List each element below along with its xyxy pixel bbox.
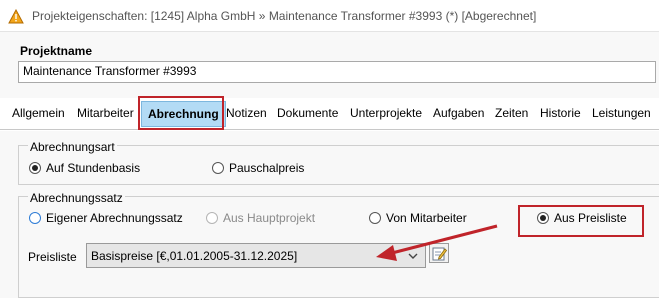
window-titlebar: Projekteigenschaften: [1245] Alpha GmbH … [0,0,659,32]
project-name-section: Projektname Maintenance Transformer #399… [0,32,659,98]
tab-unterprojekte[interactable]: Unterprojekte [350,106,422,120]
radio-dot [29,212,41,224]
pricelist-select[interactable]: Basispreise [€,01.01.2005-31.12.2025] [86,243,426,268]
pricelist-edit-button[interactable] [429,243,449,263]
pricelist-selected-value: Basispreise [€,01.01.2005-31.12.2025] [91,249,298,263]
radio-dot [212,162,224,174]
warning-icon [8,9,24,24]
window-title: Projekteigenschaften: [1245] Alpha GmbH … [32,9,537,23]
radio-label: Eigener Abrechnungssatz [46,211,183,225]
radio-mitarbeiter[interactable]: Von Mitarbeiter [369,211,467,225]
radio-label: Aus Hauptprojekt [223,211,316,225]
radio-stundenbasis[interactable]: Auf Stundenbasis [29,161,140,175]
billing-panel: Abrechnungsart Auf Stundenbasis Pauschal… [0,131,659,298]
edit-icon [432,247,447,261]
billing-rate-title: Abrechnungssatz [28,191,125,205]
radio-hauptprojekt: Aus Hauptprojekt [206,211,315,225]
chevron-down-icon [408,253,418,259]
billing-type-title: Abrechnungsart [28,140,117,154]
radio-dot [369,212,381,224]
annotation-tab-highlight [138,96,224,130]
tab-leistungen[interactable]: Leistungen [592,106,651,120]
tab-dokumente[interactable]: Dokumente [277,106,338,120]
project-name-label: Projektname [20,44,93,58]
radio-dot [206,212,218,224]
radio-eigener-satz[interactable]: Eigener Abrechnungssatz [29,211,183,225]
project-name-input[interactable]: Maintenance Transformer #3993 [18,61,656,83]
tab-bar: Allgemein Mitarbeiter Abrechnung Notizen… [0,98,659,130]
radio-label: Pauschalpreis [229,161,305,175]
tab-allgemein[interactable]: Allgemein [12,106,65,120]
radio-pauschalpreis[interactable]: Pauschalpreis [212,161,304,175]
tab-zeiten[interactable]: Zeiten [495,106,528,120]
tab-historie[interactable]: Historie [540,106,581,120]
tab-notizen[interactable]: Notizen [226,106,267,120]
radio-label: Von Mitarbeiter [386,211,467,225]
pricelist-label: Preisliste [28,250,77,264]
radio-dot [29,162,41,174]
tab-aufgaben[interactable]: Aufgaben [433,106,484,120]
annotation-preisliste-highlight [518,205,644,237]
tab-mitarbeiter[interactable]: Mitarbeiter [77,106,134,120]
radio-label: Auf Stundenbasis [46,161,141,175]
